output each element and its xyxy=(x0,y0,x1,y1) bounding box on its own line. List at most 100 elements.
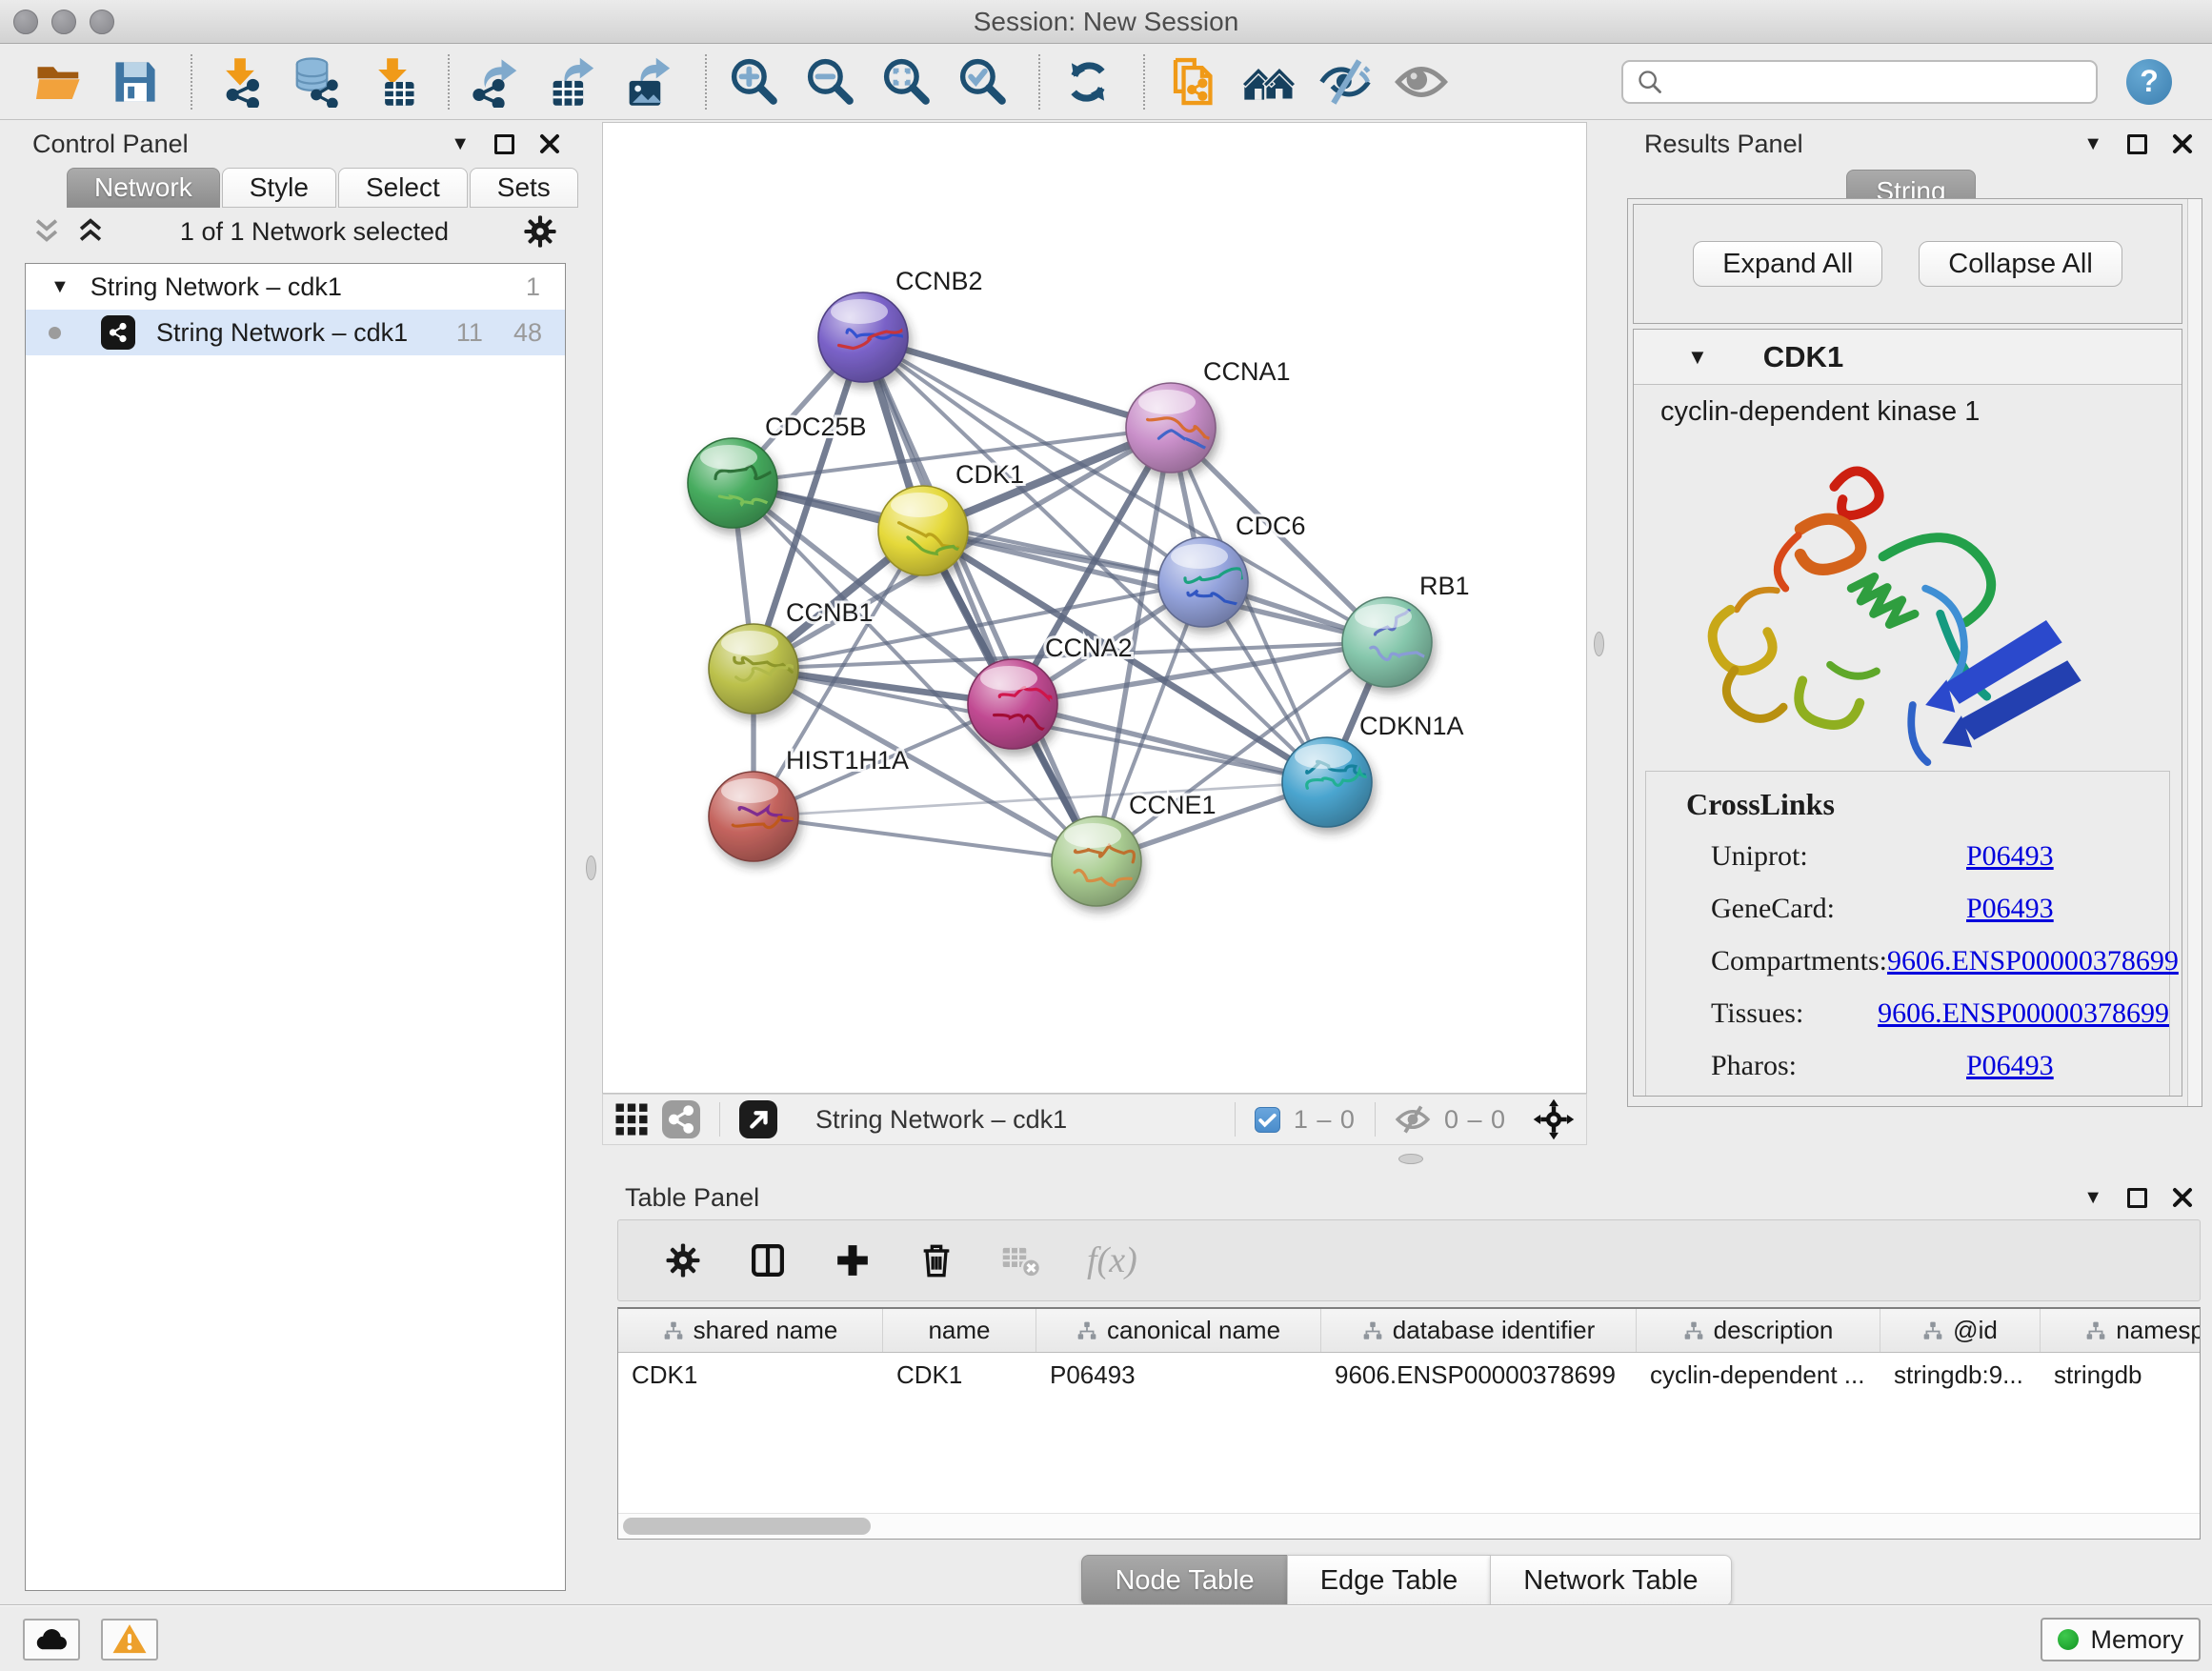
network-node[interactable] xyxy=(1126,383,1230,473)
tab-network[interactable]: Network xyxy=(67,168,220,208)
network-node[interactable] xyxy=(878,486,982,575)
zoom-selected-button[interactable] xyxy=(956,55,1010,109)
column-header-description[interactable]: description xyxy=(1637,1309,1880,1352)
gear-icon[interactable] xyxy=(522,213,558,250)
close-panel-icon[interactable] xyxy=(2172,1187,2193,1208)
tab-style[interactable]: Style xyxy=(222,168,336,208)
splitter-handle[interactable] xyxy=(1594,632,1604,656)
warnings-button[interactable] xyxy=(101,1619,158,1661)
birdseye-view-button[interactable] xyxy=(614,1102,649,1137)
add-column-icon[interactable] xyxy=(834,1241,872,1279)
tab-select[interactable]: Select xyxy=(338,168,468,208)
help-button[interactable]: ? xyxy=(2126,59,2172,105)
zoom-in-button[interactable] xyxy=(728,55,781,109)
panel-menu-icon[interactable]: ▼ xyxy=(2083,133,2102,155)
crosslink-link[interactable]: 9606.ENSP00000378699 xyxy=(1887,945,2179,977)
crosslink-link[interactable]: P06493 xyxy=(1966,1050,2054,1082)
tab-network-table[interactable]: Network Table xyxy=(1490,1555,1731,1606)
table-cell[interactable]: stringdb xyxy=(2041,1353,2200,1397)
search-input[interactable] xyxy=(1673,67,2082,96)
network-document-button[interactable] xyxy=(1166,55,1219,109)
table-cell[interactable]: CDK1 xyxy=(618,1353,883,1397)
network-node[interactable] xyxy=(1282,737,1372,827)
open-in-window-button[interactable] xyxy=(739,1100,777,1138)
table-cell[interactable]: CDK1 xyxy=(883,1353,1036,1397)
delete-column-icon[interactable] xyxy=(917,1241,955,1279)
table-cell[interactable]: P06493 xyxy=(1036,1353,1321,1397)
network-node[interactable] xyxy=(968,659,1064,749)
collapse-all-icon[interactable] xyxy=(74,215,107,248)
network-graph[interactable]: CCNB2CCNA1CDC25BCDK1CDC6RB1CCNB1CCNA2CDK… xyxy=(603,123,1586,1093)
table-cell[interactable]: stringdb:9... xyxy=(1880,1353,2041,1397)
expand-all-button[interactable]: Expand All xyxy=(1693,241,1882,287)
show-hidden-button[interactable] xyxy=(1395,55,1448,109)
export-image-button[interactable] xyxy=(623,55,676,109)
tab-sets[interactable]: Sets xyxy=(470,168,578,208)
zoom-fit-button[interactable] xyxy=(880,55,934,109)
panel-menu-icon[interactable]: ▼ xyxy=(2083,1187,2102,1209)
network-status-dot xyxy=(49,327,61,339)
string-badge-button[interactable] xyxy=(662,1100,700,1138)
network-canvas[interactable]: CCNB2CCNA1CDC25BCDK1CDC6RB1CCNB1CCNA2CDK… xyxy=(602,122,1587,1094)
column-header-database-identifier[interactable]: database identifier xyxy=(1321,1309,1637,1352)
scrollbar-thumb[interactable] xyxy=(623,1518,871,1535)
table-cell[interactable]: 9606.ENSP00000378699 xyxy=(1321,1353,1637,1397)
import-network-button[interactable] xyxy=(213,55,267,109)
results-scrollbar[interactable] xyxy=(2187,199,2202,1106)
column-header-namespace[interactable]: namespace xyxy=(2041,1309,2200,1352)
export-table-button[interactable] xyxy=(547,55,600,109)
splitter-handle[interactable] xyxy=(1398,1154,1423,1164)
search-box[interactable] xyxy=(1621,60,2098,104)
show-columns-icon[interactable] xyxy=(748,1240,788,1280)
close-panel-icon[interactable] xyxy=(2172,133,2193,154)
open-session-button[interactable] xyxy=(32,55,86,109)
network-node[interactable] xyxy=(1158,537,1254,627)
gear-icon[interactable] xyxy=(664,1241,702,1279)
pan-crosshair-icon[interactable] xyxy=(1533,1098,1575,1140)
image-export-icon xyxy=(624,56,675,108)
collapse-triangle-icon[interactable]: ▼ xyxy=(1687,345,1708,370)
network-collection-row[interactable]: ▼ String Network – cdk1 1 xyxy=(26,264,565,310)
save-session-button[interactable] xyxy=(109,55,162,109)
crosslink-link[interactable]: P06493 xyxy=(1966,893,2054,925)
float-panel-icon[interactable] xyxy=(2127,134,2147,154)
tab-edge-table[interactable]: Edge Table xyxy=(1287,1555,1492,1606)
network-node[interactable] xyxy=(709,624,815,714)
collapse-triangle-icon[interactable]: ▼ xyxy=(50,276,70,298)
crosslink-link[interactable]: P06493 xyxy=(1966,840,2054,873)
crosslink-link[interactable]: 9606.ENSP00000378699 xyxy=(1878,997,2169,1030)
memory-button[interactable]: Memory xyxy=(2041,1618,2201,1661)
column-header--id[interactable]: @id xyxy=(1880,1309,2041,1352)
import-table-button[interactable] xyxy=(366,55,419,109)
panel-menu-icon[interactable]: ▼ xyxy=(451,133,470,155)
tab-node-table[interactable]: Node Table xyxy=(1081,1555,1287,1606)
table-row[interactable]: CDK1CDK1P064939606.ENSP00000378699cyclin… xyxy=(618,1353,2200,1397)
network-node[interactable] xyxy=(818,292,917,382)
network-row-selected[interactable]: String Network – cdk1 11 48 xyxy=(26,310,565,355)
import-network-from-database-button[interactable] xyxy=(290,55,343,109)
column-header-canonical-name[interactable]: canonical name xyxy=(1036,1309,1321,1352)
float-panel-icon[interactable] xyxy=(494,134,514,154)
expand-all-icon[interactable] xyxy=(30,215,63,248)
column-header-shared-name[interactable]: shared name xyxy=(618,1309,883,1352)
table-body[interactable]: CDK1CDK1P064939606.ENSP00000378699cyclin… xyxy=(618,1353,2200,1513)
network-node[interactable] xyxy=(1342,597,1432,687)
splitter-handle[interactable] xyxy=(586,856,596,880)
table-hscrollbar[interactable] xyxy=(618,1513,2200,1539)
column-header-name[interactable]: name xyxy=(883,1309,1036,1352)
export-network-button[interactable] xyxy=(471,55,524,109)
selected-checkbox[interactable] xyxy=(1255,1107,1280,1133)
apply-layout-button[interactable] xyxy=(1061,55,1115,109)
hide-selected-button[interactable] xyxy=(1318,55,1372,109)
hidden-eye-icon[interactable] xyxy=(1395,1101,1431,1137)
show-all-networks-button[interactable] xyxy=(1242,55,1296,109)
gene-section-header[interactable]: ▼ CDK1 xyxy=(1634,330,2182,385)
cloud-button[interactable] xyxy=(23,1619,80,1661)
zoom-out-button[interactable] xyxy=(804,55,857,109)
collapse-all-button[interactable]: Collapse All xyxy=(1919,241,2122,287)
float-panel-icon[interactable] xyxy=(2127,1188,2147,1208)
close-panel-icon[interactable] xyxy=(539,133,560,154)
network-node[interactable] xyxy=(709,772,812,861)
table-cell[interactable]: cyclin-dependent ... xyxy=(1637,1353,1880,1397)
network-node[interactable] xyxy=(1052,816,1149,906)
